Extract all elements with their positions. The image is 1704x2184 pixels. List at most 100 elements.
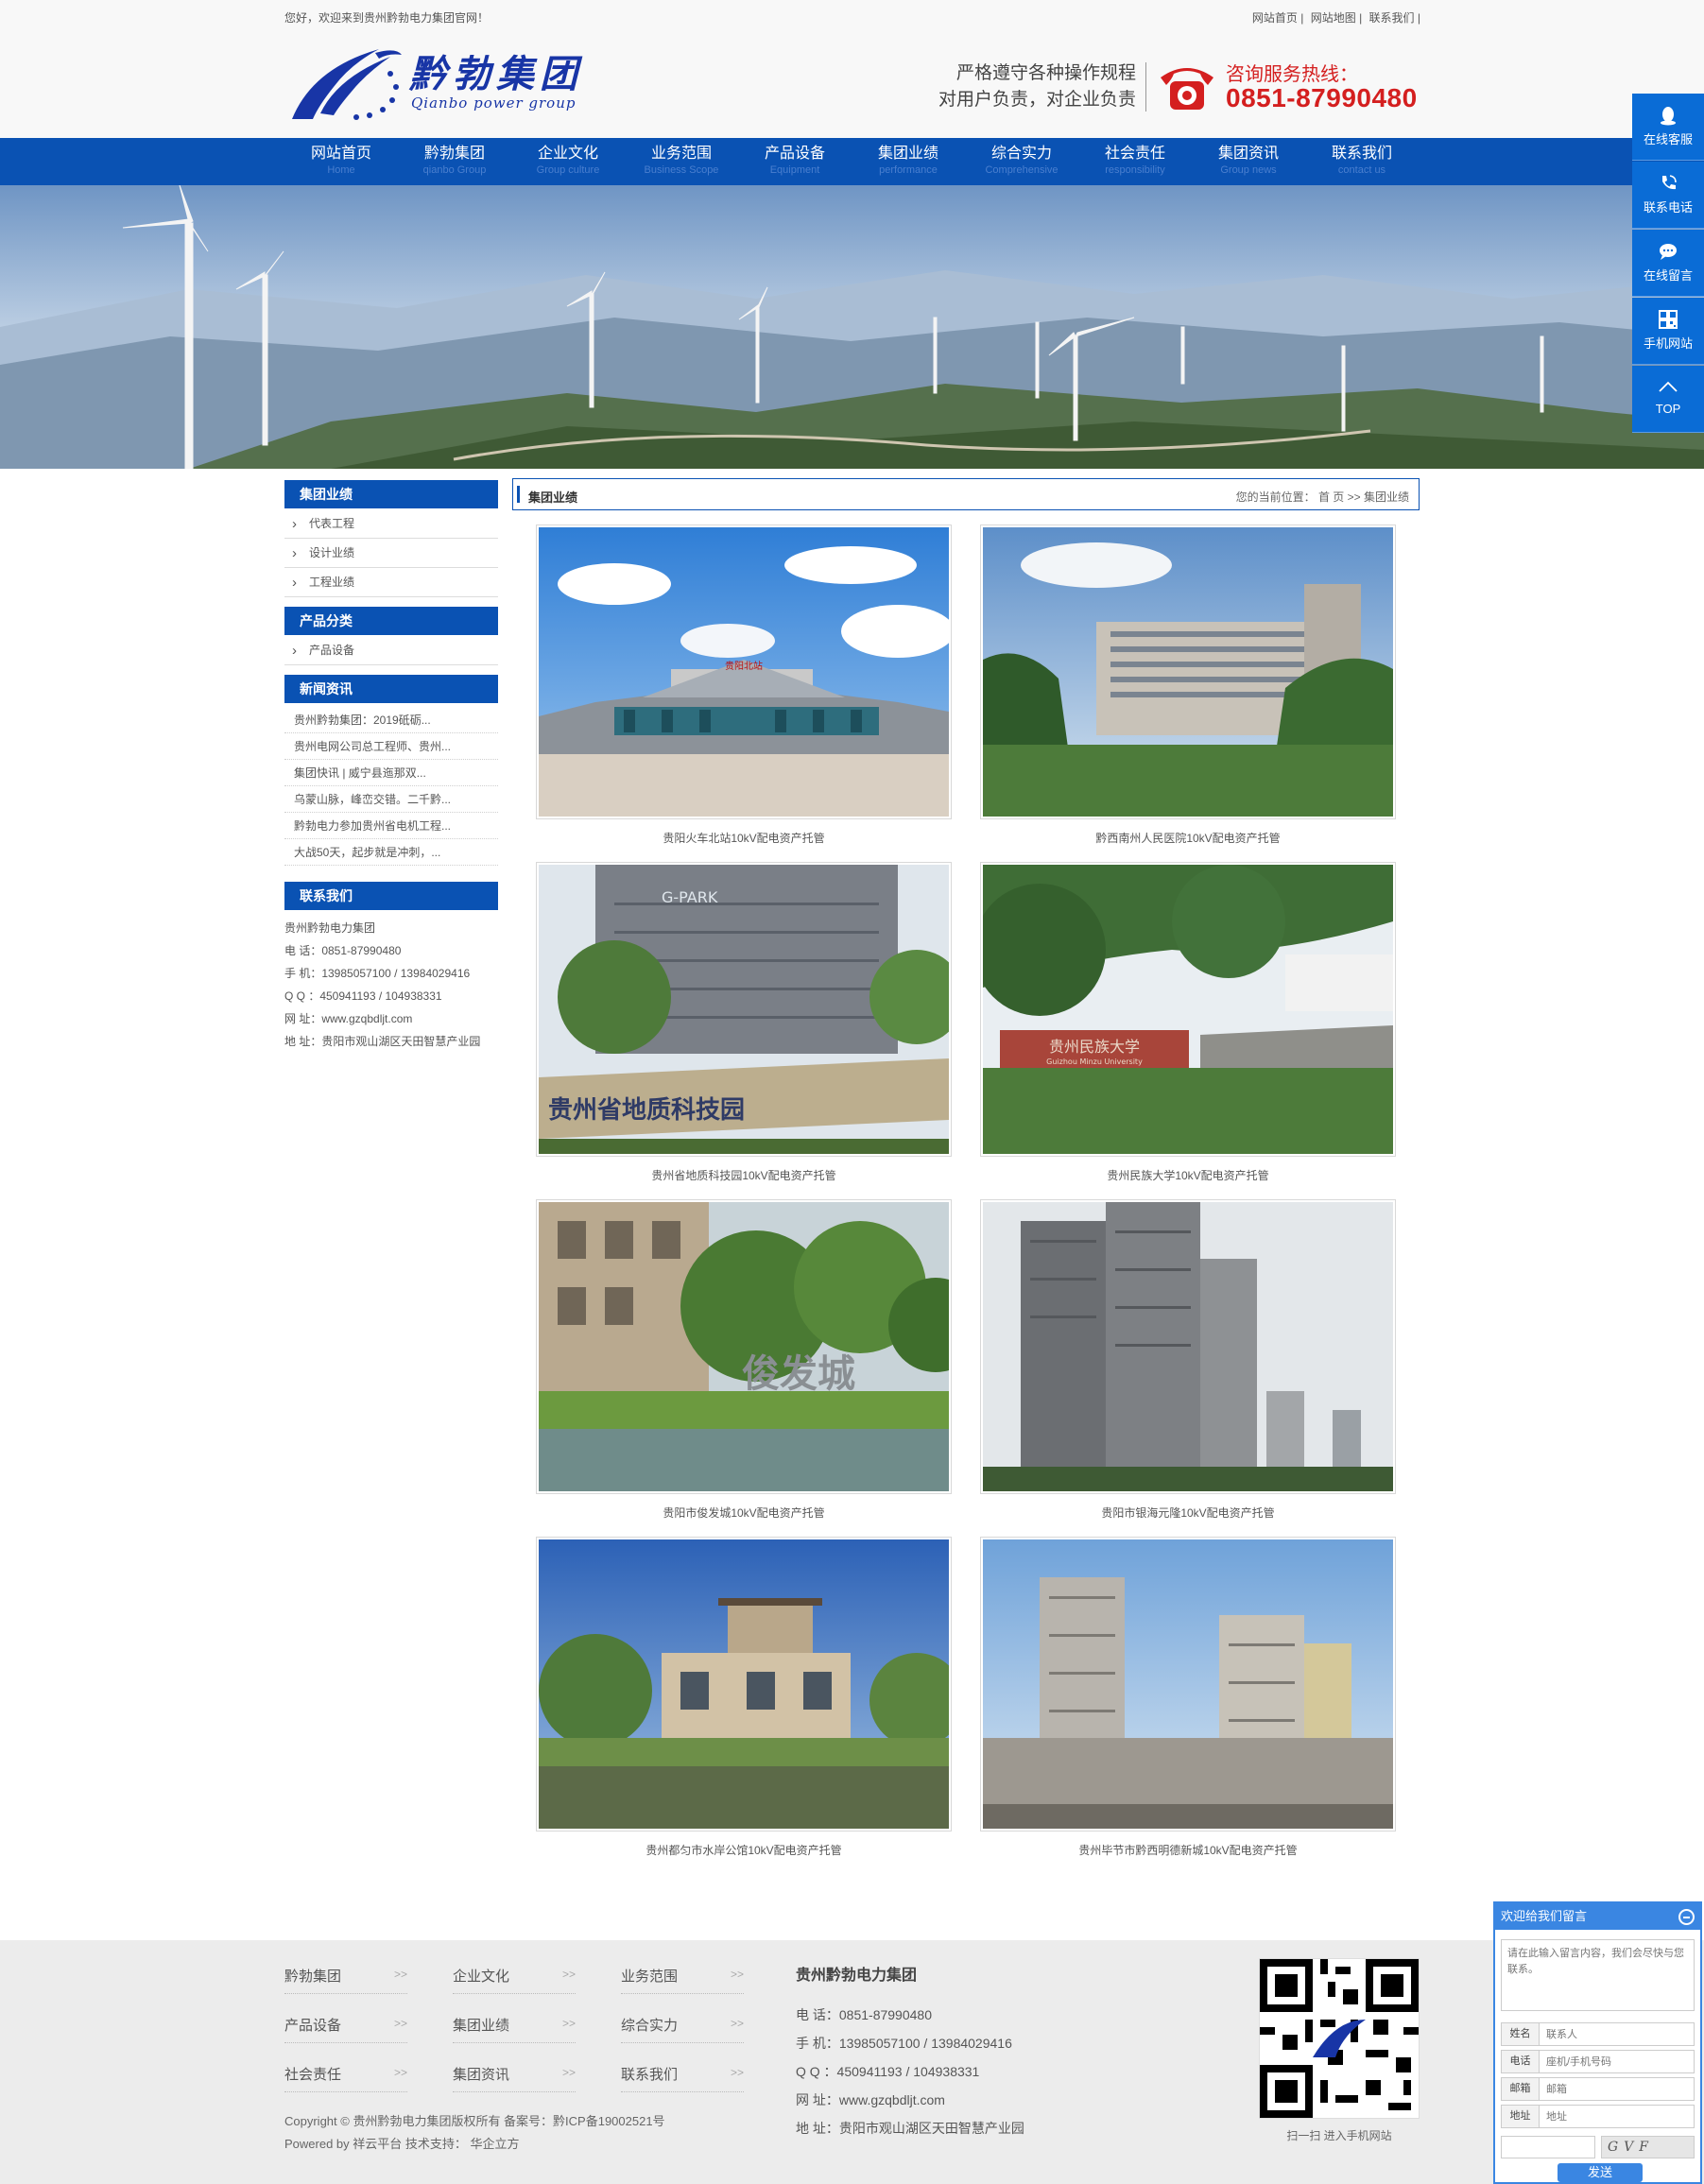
breadcrumb-path: 您的当前位置： 首 页 >> 集团业绩 bbox=[1236, 489, 1409, 505]
email-field: 邮箱 bbox=[1501, 2077, 1695, 2101]
page-title: 集团业绩 bbox=[528, 490, 578, 505]
sidebar-item-representative[interactable]: 代表工程 bbox=[284, 509, 498, 539]
top-bar: 您好，欢迎来到贵州黔勃电力集团官网！ 网站首页 | 网站地图 | 联系我们 | bbox=[0, 0, 1704, 34]
project-card-highrise[interactable] bbox=[980, 1199, 1396, 1494]
contact-website: 网 址：www.gzqbdljt.com bbox=[284, 1012, 413, 1025]
nav-news[interactable]: 集团资讯 Group news bbox=[1201, 146, 1296, 177]
project-card-apartment[interactable] bbox=[980, 1537, 1396, 1831]
header-divider bbox=[1145, 62, 1146, 112]
float-phone[interactable]: 联系电话 bbox=[1632, 162, 1704, 229]
project-caption[interactable]: 黔西南州人民医院10kV配电资产托管 bbox=[980, 830, 1396, 846]
nav-performance[interactable]: 集团业绩 performance bbox=[861, 146, 955, 177]
collapse-icon[interactable] bbox=[1678, 1909, 1695, 1925]
nav-equipment[interactable]: 产品设备 Equipment bbox=[748, 146, 842, 177]
message-content-input[interactable] bbox=[1501, 1939, 1695, 2011]
nav-business[interactable]: 业务范围 Business Scope bbox=[634, 146, 729, 177]
footer-qq: Q Q ：450941193 / 104938331 bbox=[796, 2064, 980, 2079]
news-item[interactable]: 集团快讯 | 威宁县迤那双... bbox=[284, 760, 498, 786]
footer-link-equipment[interactable]: 产品设备 >> bbox=[284, 2015, 407, 2043]
breadcrumb-current[interactable]: 集团业绩 bbox=[1364, 490, 1409, 504]
footer-link-contact[interactable]: 联系我们 >> bbox=[621, 2064, 744, 2092]
float-mobile-site[interactable]: 手机网站 bbox=[1632, 298, 1704, 365]
sidebar-head-news: 新闻资讯 bbox=[284, 675, 498, 703]
powered-by: Powered by 祥云平台 技术支持： 华企立方 bbox=[284, 2137, 520, 2151]
top-link-contact[interactable]: 联系我们 bbox=[1369, 11, 1415, 25]
wind-farm-banner-image bbox=[0, 185, 1704, 469]
footer-website: 网 址：www.gzqbdljt.com bbox=[796, 2092, 945, 2107]
contact-address: 地 址：贵阳市观山湖区天田智慧产业园 bbox=[284, 1035, 481, 1048]
project-caption[interactable]: 贵阳市银海元隆10kV配电资产托管 bbox=[980, 1505, 1396, 1521]
sidebar-item-design[interactable]: 设计业绩 bbox=[284, 539, 498, 568]
send-button[interactable]: 发送 bbox=[1558, 2163, 1643, 2182]
qrcode-image bbox=[1260, 1959, 1419, 2118]
sidebar-item-engineering[interactable]: 工程业绩 bbox=[284, 568, 498, 597]
qq-icon bbox=[1661, 107, 1676, 126]
footer-link-performance[interactable]: 集团业绩 >> bbox=[453, 2015, 576, 2043]
nav-home[interactable]: 网站首页 Home bbox=[294, 146, 388, 177]
villa-photo-icon bbox=[539, 1539, 949, 1829]
project-card-train-station[interactable]: 贵阳北站 bbox=[536, 525, 952, 819]
nav-culture[interactable]: 企业文化 Group culture bbox=[521, 146, 615, 177]
footer-phone: 电 话：0851-87990480 bbox=[796, 2007, 932, 2022]
logo-subtitle: Qianbo power group bbox=[411, 95, 577, 112]
nav-group[interactable]: 黔勃集团 qianbo Group bbox=[407, 146, 502, 177]
news-item[interactable]: 乌蒙山脉，峰峦交错。二千黔... bbox=[284, 786, 498, 813]
nav-responsibility[interactable]: 社会责任 responsibility bbox=[1088, 146, 1182, 177]
sidebar-item-equipment[interactable]: 产品设备 bbox=[284, 636, 498, 665]
name-input[interactable] bbox=[1540, 2023, 1694, 2045]
hotline-number: 0851-87990480 bbox=[1226, 83, 1418, 112]
captcha-input[interactable] bbox=[1501, 2136, 1595, 2158]
phone-input[interactable] bbox=[1540, 2051, 1694, 2072]
sidebar-head-contact: 联系我们 bbox=[284, 882, 498, 910]
news-item[interactable]: 贵州电网公司总工程师、贵州... bbox=[284, 733, 498, 760]
project-caption[interactable]: 贵州都匀市水岸公馆10kV配电资产托管 bbox=[536, 1842, 952, 1858]
logo-text: 黔勃集团 bbox=[409, 52, 583, 96]
hotline-phone-icon bbox=[1161, 68, 1213, 110]
project-caption[interactable]: 贵阳火车北站10kV配电资产托管 bbox=[536, 830, 952, 846]
name-field: 姓名 bbox=[1501, 2022, 1695, 2046]
project-caption[interactable]: 贵阳市俊发城10kV配电资产托管 bbox=[536, 1505, 952, 1521]
project-caption[interactable]: 贵州省地质科技园10kV配电资产托管 bbox=[536, 1167, 952, 1183]
news-item[interactable]: 黔勃电力参加贵州省电机工程... bbox=[284, 813, 498, 839]
footer-link-responsibility[interactable]: 社会责任 >> bbox=[284, 2064, 407, 2092]
captcha-image[interactable]: GVF bbox=[1601, 2136, 1695, 2158]
footer-link-news[interactable]: 集团资讯 >> bbox=[453, 2064, 576, 2092]
footer-link-group[interactable]: 黔勃集团 >> bbox=[284, 1966, 407, 1994]
footer-link-business[interactable]: 业务范围 >> bbox=[621, 1966, 744, 1994]
news-item[interactable]: 贵州黔勃集团：2019砥砺... bbox=[284, 707, 498, 733]
breadcrumb-home[interactable]: 首 页 bbox=[1318, 490, 1344, 504]
qrcode-icon bbox=[1259, 1958, 1420, 2119]
email-label: 邮箱 bbox=[1502, 2078, 1540, 2100]
project-card-residential[interactable]: 俊发城 bbox=[536, 1199, 952, 1494]
message-widget-title: 欢迎给我们留言 bbox=[1501, 1909, 1588, 1923]
address-input[interactable] bbox=[1540, 2106, 1694, 2127]
project-caption[interactable]: 贵州民族大学10kV配电资产托管 bbox=[980, 1167, 1396, 1183]
footer-link-strength[interactable]: 综合实力 >> bbox=[621, 2015, 744, 2043]
top-link-home[interactable]: 网站首页 bbox=[1252, 11, 1298, 25]
float-back-to-top[interactable]: TOP bbox=[1632, 366, 1704, 433]
contact-mobile: 手 机：13985057100 / 13984029416 bbox=[284, 967, 471, 980]
news-item[interactable]: 大战50天，起步就是冲刺，... bbox=[284, 839, 498, 866]
project-caption[interactable]: 贵州毕节市黔西明德新城10kV配电资产托管 bbox=[980, 1842, 1396, 1858]
breadcrumb-marker bbox=[517, 486, 520, 503]
logo[interactable]: 黔勃集团 Qianbo power group bbox=[284, 40, 587, 130]
sidebar-head-products: 产品分类 bbox=[284, 607, 498, 635]
header bbox=[0, 34, 1704, 138]
project-card-villa[interactable] bbox=[536, 1537, 952, 1831]
nav-contact[interactable]: 联系我们 contact us bbox=[1315, 146, 1409, 177]
footer-link-culture[interactable]: 企业文化 >> bbox=[453, 1966, 576, 1994]
contact-company: 贵州黔勃电力集团 bbox=[284, 921, 376, 935]
top-link-sitemap[interactable]: 网站地图 bbox=[1311, 11, 1356, 25]
breadcrumb-separator: >> bbox=[1347, 490, 1361, 504]
slogan: 严格遵守各种操作规程 对用户负责，对企业负责 bbox=[907, 60, 1136, 113]
email-input[interactable] bbox=[1540, 2078, 1694, 2100]
float-online-service[interactable]: 在线客服 bbox=[1632, 94, 1704, 161]
float-message[interactable]: 在线留言 bbox=[1632, 230, 1704, 297]
project-card-hospital[interactable] bbox=[980, 525, 1396, 819]
name-label: 姓名 bbox=[1502, 2023, 1540, 2045]
highrise-photo-icon bbox=[983, 1202, 1393, 1491]
project-card-university[interactable]: 贵州民族大学 Guizhou Minzu University bbox=[980, 862, 1396, 1157]
nav-strength[interactable]: 综合实力 Comprehensive bbox=[974, 146, 1069, 177]
qrcode-caption: 扫一扫 进入手机网站 bbox=[1286, 2129, 1392, 2142]
project-card-tech-park[interactable]: G-PARK 贵州省地质科技园 bbox=[536, 862, 952, 1157]
